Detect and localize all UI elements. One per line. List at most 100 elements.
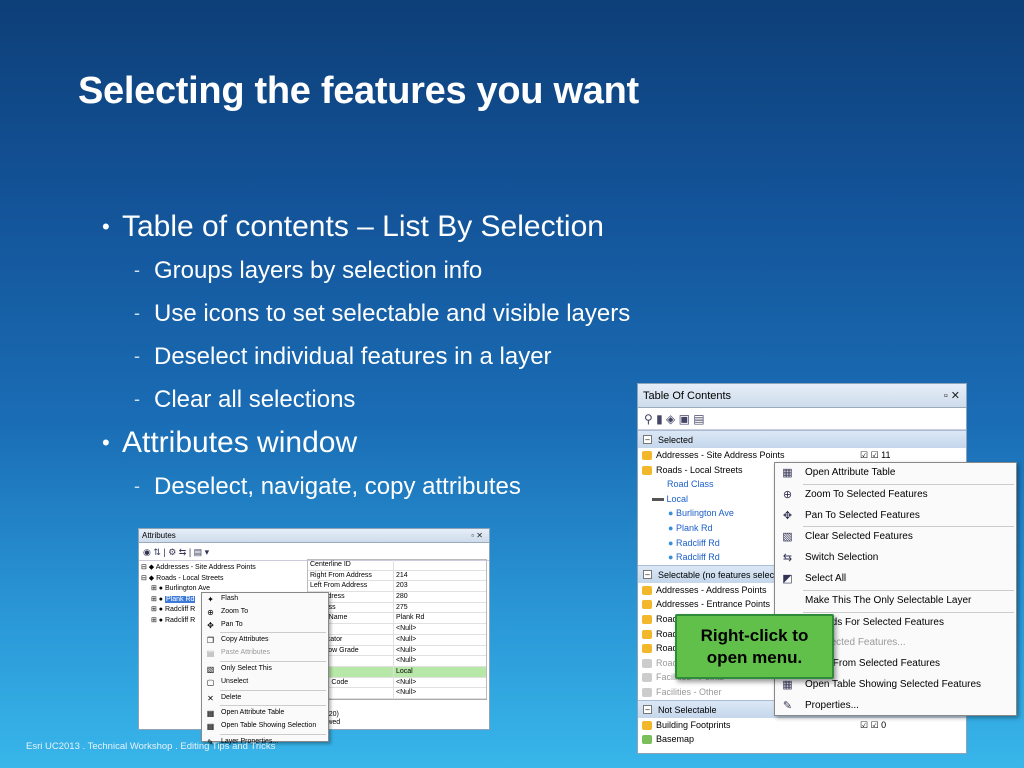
layer-icon: [642, 735, 652, 745]
grid-row[interactable]: CFCC Code <Null>: [308, 677, 486, 689]
field-value-cell[interactable]: <Null>: [394, 688, 416, 698]
bullet-item: • Table of contents – List By Selection: [102, 205, 722, 249]
slide-footer: Esri UC2013 . Technical Workshop . Editi…: [26, 741, 276, 752]
field-name-cell[interactable]: Centerline ID: [308, 560, 394, 570]
selectable-toggle-icon[interactable]: ☑ ☑ 0: [860, 718, 886, 733]
grid-row[interactable]: Route<Null>: [308, 624, 486, 635]
window-controls-icon[interactable]: ▫ ✕: [944, 384, 960, 408]
feature-icon: ●: [668, 508, 674, 519]
sub-bullet-item: - Use icons to set selectable and visible…: [102, 292, 722, 335]
grid-row[interactable]: y Indicator<Null>: [308, 634, 486, 646]
sub-bullet-item: - Clear all selections: [102, 378, 722, 421]
list-by-icons[interactable]: ⚲ ▮ ◈ ▣ ▤: [644, 412, 705, 426]
field-name-cell[interactable]: Right From Address: [308, 570, 394, 581]
copy-icon: ❐: [206, 636, 215, 646]
layer-icon: [642, 720, 652, 730]
dash-icon: -: [134, 389, 140, 409]
menu-item-select-all[interactable]: ◩ Select All: [775, 569, 1016, 590]
dash-icon: -: [134, 476, 140, 496]
field-value-cell[interactable]: 214: [394, 571, 408, 581]
layer-icon: [642, 585, 652, 595]
grid-row[interactable]: Left From Address 203: [308, 581, 486, 593]
field-value-cell[interactable]: Plank Rd: [394, 613, 424, 623]
bullet-item: • Attributes window: [102, 421, 722, 465]
window-controls-icon[interactable]: ▫ ✕: [471, 529, 483, 543]
grid-row[interactable]: or Below Grade <Null>: [308, 645, 486, 657]
menu-item-make-this-the-only-selectable-layer[interactable]: Make This The Only Selectable Layer: [775, 591, 1016, 612]
toc-title-bar: Table Of Contents ▫ ✕: [638, 384, 966, 408]
sub-bullet-item: - Deselect individual features in a layer: [102, 335, 722, 378]
collapse-icon[interactable]: –: [643, 704, 652, 714]
field-name-cell[interactable]: Left From Address: [308, 581, 394, 592]
layer-icon: [642, 687, 652, 697]
menu-item-properties[interactable]: ✎ Properties...: [775, 696, 1016, 717]
feature-icon: ●: [668, 552, 674, 563]
toolbar-icons[interactable]: ◉ ⇅ | ⚙ ⇆ | ▤ ▾: [143, 547, 209, 557]
toc-layer-row[interactable]: Building Footprints ☑ ☑ 0: [638, 718, 966, 733]
field-value-cell[interactable]: <Null>: [394, 624, 416, 634]
tree-row[interactable]: ⊟ ◆ Addresses - Site Address Points: [141, 563, 299, 574]
menu-separator: [220, 705, 326, 707]
feature-icon: ●: [668, 537, 674, 548]
menu-item-zoom-to-selected-features[interactable]: ⊕ Zoom To Selected Features: [775, 485, 1016, 506]
grid-row[interactable]: Address275: [308, 602, 486, 614]
toc-layer-row[interactable]: Addresses - Site Address Points ☑ ☑ 11: [638, 448, 966, 463]
sub-bullet-item: - Deselect, navigate, copy attributes: [102, 465, 722, 508]
menu-item-switch-selection[interactable]: ⇆ Switch Selection: [775, 548, 1016, 569]
clear-selection-icon: ▧: [782, 531, 793, 544]
field-value-cell[interactable]: [394, 560, 396, 570]
menu-item-paste-attributes[interactable]: ▤ Paste Attributes: [202, 647, 328, 660]
layer-icon: [642, 644, 652, 654]
toc-toolbar: ⚲ ▮ ◈ ▣ ▤: [638, 408, 966, 430]
layer-icon: [642, 614, 652, 624]
field-value-cell[interactable]: Local: [394, 667, 413, 677]
collapse-icon[interactable]: –: [643, 569, 652, 579]
field-value-cell[interactable]: <Null>: [394, 635, 416, 645]
grid-row[interactable]: Right From Address 214: [308, 570, 486, 582]
attributes-title-bar: Attributes ▫ ✕: [139, 529, 489, 543]
menu-item-copy-attributes[interactable]: ❐ Copy Attributes: [202, 634, 328, 647]
bullet-dot-icon: •: [102, 430, 110, 455]
menu-item-pan-to[interactable]: ✥ Pan To: [202, 619, 328, 632]
menu-item-unselect[interactable]: ▢ Unselect: [202, 676, 328, 689]
menu-item-delete[interactable]: ✕ Delete: [202, 692, 328, 705]
dash-icon: -: [134, 303, 140, 323]
grid-row[interactable]: <Null>: [308, 656, 486, 667]
group-selected[interactable]: – Selected: [638, 430, 966, 448]
bullet-dot-icon: •: [102, 214, 110, 239]
menu-item-only-select-this[interactable]: ▧ Only Select This: [202, 663, 328, 676]
toc-layer-row[interactable]: Basemap: [638, 732, 966, 747]
menu-item-open-attribute-table[interactable]: ▦ Open Attribute Table: [202, 707, 328, 720]
dash-icon: -: [134, 260, 140, 280]
menu-item-open-attribute-table[interactable]: ▦ Open Attribute Table: [775, 463, 1016, 484]
layer-icon: [642, 673, 652, 683]
attributes-title: Attributes: [142, 531, 176, 540]
grid-row[interactable]: By<Null>: [308, 688, 486, 699]
collapse-icon[interactable]: –: [643, 435, 652, 444]
field-value-cell[interactable]: <Null>: [394, 646, 416, 656]
field-value-cell[interactable]: <Null>: [394, 678, 416, 688]
field-value-cell[interactable]: 203: [394, 581, 408, 591]
layer-icon: [642, 451, 652, 460]
grid-row[interactable]: lassLocal: [308, 666, 486, 678]
sub-bullet-item: - Groups layers by selection info: [102, 249, 722, 292]
grid-row[interactable]: Centerline ID: [308, 560, 486, 571]
menu-item-pan-to-selected-features[interactable]: ✥ Pan To Selected Features: [775, 506, 1016, 527]
tree-row[interactable]: ⊟ ◆ Roads - Local Streets: [141, 574, 299, 585]
menu-item-open-table-showing-selection[interactable]: ▦ Open Table Showing Selection: [202, 720, 328, 733]
menu-separator: [220, 689, 326, 691]
field-value-cell[interactable]: <Null>: [394, 656, 416, 666]
callout-line: open menu.: [706, 648, 803, 667]
layer-icon: [642, 629, 652, 639]
table-icon: ▦: [782, 467, 793, 479]
menu-item-flash[interactable]: ✦ Flash: [202, 593, 328, 606]
selectable-toggle-icon[interactable]: ☑ ☑ 11: [860, 448, 890, 463]
grid-row[interactable]: To Address280: [308, 592, 486, 603]
field-description: e ID gth = 20) s allowed: [307, 699, 487, 727]
layer-icon: [642, 600, 652, 610]
menu-item-zoom-to[interactable]: ⊕ Zoom To: [202, 606, 328, 619]
menu-item-clear-selected-features[interactable]: ▧ Clear Selected Features: [775, 527, 1016, 548]
field-value-cell[interactable]: 280: [394, 592, 408, 602]
grid-row[interactable]: Road NamePlank Rd: [308, 613, 486, 625]
field-value-cell[interactable]: 275: [394, 603, 408, 613]
